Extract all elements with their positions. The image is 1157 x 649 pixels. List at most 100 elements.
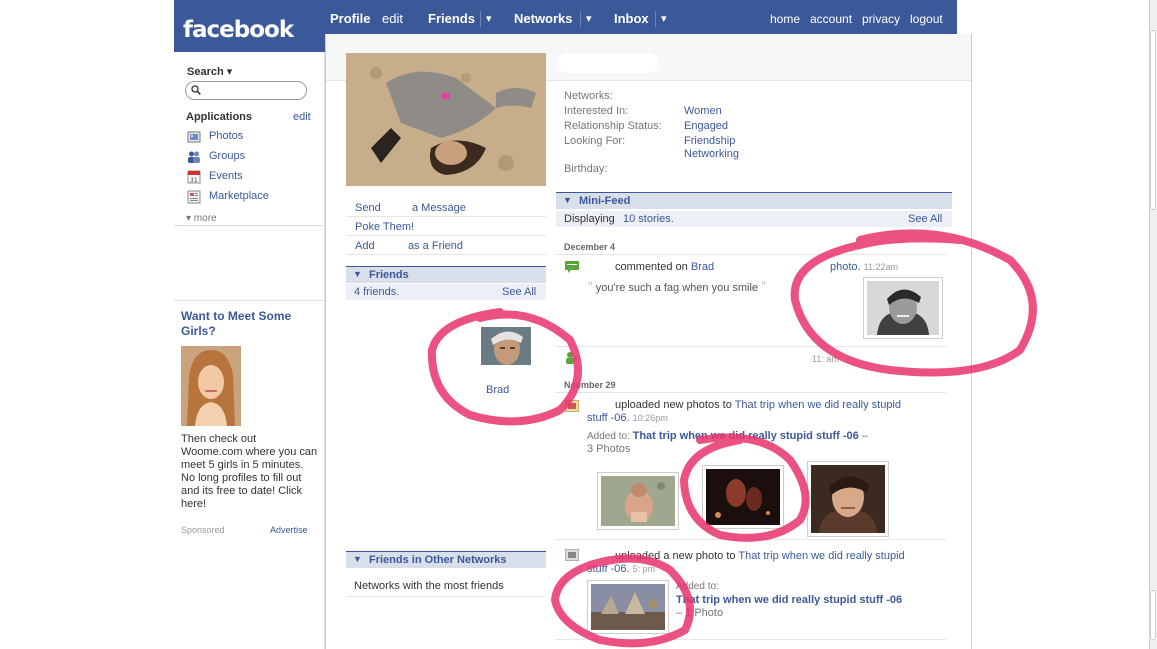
poke-link[interactable]: Poke Them! (346, 217, 546, 236)
profile-main: Send a Message Poke Them! Add as a Frien… (325, 34, 972, 649)
feed-story-text: uploaded a new photo to That trip when w… (615, 550, 905, 562)
feed-album-link[interactable]: That trip when we did really stupid (738, 550, 904, 562)
feed-story-photo-text: photo. 11:22am (830, 261, 898, 273)
feed-date-header: December 4 (564, 242, 616, 252)
scrollbar-thumb[interactable] (1150, 30, 1156, 210)
feed-album-title-link[interactable]: That trip when we did really stupid stuf… (633, 430, 859, 442)
feed-photo-count: 3 Photos (587, 443, 631, 455)
minifeed-header[interactable]: ▼ Mini-Feed (556, 192, 952, 209)
info-interested-value[interactable]: Women (684, 105, 722, 117)
album-photo-1[interactable] (597, 472, 679, 530)
nav-separator (480, 11, 481, 27)
feed-comment-quote: “ you're such a fag when you smile ” (588, 278, 766, 294)
search-input[interactable] (185, 81, 307, 100)
album-photo-3[interactable] (807, 461, 889, 537)
info-looking-label: Looking For: (564, 135, 626, 147)
applications-title: Applications (186, 111, 253, 123)
applications-edit-link[interactable]: edit (293, 111, 311, 123)
nav-profile[interactable]: Profile (330, 11, 370, 26)
info-looking-value-networking[interactable]: Networking (684, 148, 739, 160)
feed-album-link-continued[interactable]: stuff -06. (587, 563, 630, 575)
album-photo-2[interactable] (702, 465, 784, 529)
feed-album-title-text: That trip when we did really stupid stuf… (676, 594, 903, 606)
feed-photo-count: – 1 Photo (676, 607, 724, 619)
nav-home[interactable]: home (770, 12, 800, 26)
friends-dropdown-icon[interactable]: ▾ (486, 12, 492, 25)
sidebar-divider (174, 225, 325, 226)
added-to-label: Added to: (587, 431, 630, 442)
nav-inbox[interactable]: Inbox (614, 11, 649, 26)
ad-advertise-link[interactable]: Advertise (270, 525, 308, 535)
send-message-link[interactable]: Send a Message (346, 198, 546, 217)
minifeed-stories-link[interactable]: 10 stories. (623, 213, 674, 225)
minifeed-subheader: Displaying 10 stories. See All (556, 211, 952, 227)
feed-photo-link[interactable]: photo. (830, 261, 861, 273)
collapse-triangle-icon[interactable]: ▼ (353, 554, 362, 564)
info-relationship-value[interactable]: Engaged (684, 120, 728, 132)
info-relationship-label: Relationship Status: (564, 120, 662, 132)
feed-action-text: commented on (615, 261, 688, 273)
feed-date-header: Noember 29 (564, 380, 616, 390)
ad-image[interactable] (181, 346, 241, 426)
other-networks-header[interactable]: ▼ Friends in Other Networks (346, 551, 546, 568)
inbox-dropdown-icon[interactable]: ▾ (661, 12, 667, 25)
friends-box-header[interactable]: ▼ Friends (346, 266, 546, 283)
feed-photo-thumb[interactable] (863, 277, 943, 339)
ad-title[interactable]: Want to Meet Some Girls? (181, 309, 316, 339)
divider (556, 539, 946, 540)
friends-see-all-link[interactable]: See All (502, 286, 536, 298)
networks-most-friends: Networks with the most friends (354, 580, 504, 592)
info-networks-label: Networks: (564, 90, 613, 102)
feed-story-text: uploaded new photos to That trip when we… (615, 399, 901, 411)
nav-logout[interactable]: logout (910, 12, 943, 26)
album-photo-4[interactable] (587, 580, 669, 634)
minifeed-see-all-link[interactable]: See All (908, 213, 942, 225)
feed-action-text: uploaded new photos to (615, 399, 732, 411)
collapse-triangle-icon[interactable]: ▼ (353, 269, 362, 279)
divider (556, 639, 946, 640)
profile-photo[interactable] (346, 53, 546, 186)
friends-box-title: Friends (369, 269, 409, 281)
feed-album-title-link[interactable]: That trip when we did really stupid stuf… (676, 594, 902, 606)
ad-divider (174, 300, 325, 301)
feed-photo-image (867, 281, 939, 335)
info-interested-label: Interested In: (564, 105, 629, 117)
scrollbar-lower-thumb[interactable] (1150, 590, 1156, 640)
info-looking-value-friendship[interactable]: Friendship (684, 135, 735, 147)
groups-icon (188, 151, 200, 163)
info-birthday-label: Birthday: (564, 163, 608, 175)
nav-account[interactable]: account (810, 12, 852, 26)
other-networks-title: Friends in Other Networks (369, 554, 507, 566)
feed-timestamp: 11:22am (863, 262, 899, 272)
friend-name-link[interactable]: Brad (486, 384, 509, 396)
feed-friend-link[interactable]: Brad (691, 261, 714, 273)
sidebar-item-label: Marketplace (209, 190, 269, 202)
feed-added-to-label: Added to: (676, 581, 719, 592)
quote-open-icon: “ (588, 278, 593, 294)
feed-timestamp: 10:26pm (632, 413, 668, 423)
add-friend-link[interactable]: Add as a Friend (346, 236, 546, 255)
nav-networks[interactable]: Networks (514, 11, 573, 26)
facebook-logo[interactable]: facebook (183, 17, 294, 43)
feed-date-text: ember 29 (576, 380, 616, 390)
friend-add-icon (566, 352, 578, 364)
send-label: Send (355, 202, 381, 214)
nav-edit[interactable]: edit (382, 11, 403, 26)
ad-text[interactable]: Then check out Woome.com where you can m… (181, 433, 319, 511)
nav-privacy[interactable]: privacy (862, 12, 900, 26)
ad-sponsored-label: Sponsored (181, 525, 225, 535)
feed-album-link-continued[interactable]: stuff -06. (587, 412, 630, 424)
friends-count[interactable]: 4 friends. (354, 286, 399, 298)
sidebar-more-link[interactable]: ▾ more (186, 213, 217, 224)
marketplace-icon (187, 190, 201, 204)
nav-friends[interactable]: Friends (428, 11, 475, 26)
collapse-triangle-icon[interactable]: ▼ (563, 195, 572, 205)
nav-separator (580, 11, 581, 27)
friend-photo[interactable] (481, 327, 531, 365)
feed-story-time: 11: am (812, 353, 839, 365)
feed-album-link[interactable]: That trip when we did really stupid (735, 399, 901, 411)
networks-dropdown-icon[interactable]: ▾ (586, 12, 592, 25)
left-sidebar: Search ▾ Applications edit Photos Groups… (174, 52, 325, 649)
divider (556, 254, 946, 255)
search-label[interactable]: Search ▾ (187, 65, 232, 78)
